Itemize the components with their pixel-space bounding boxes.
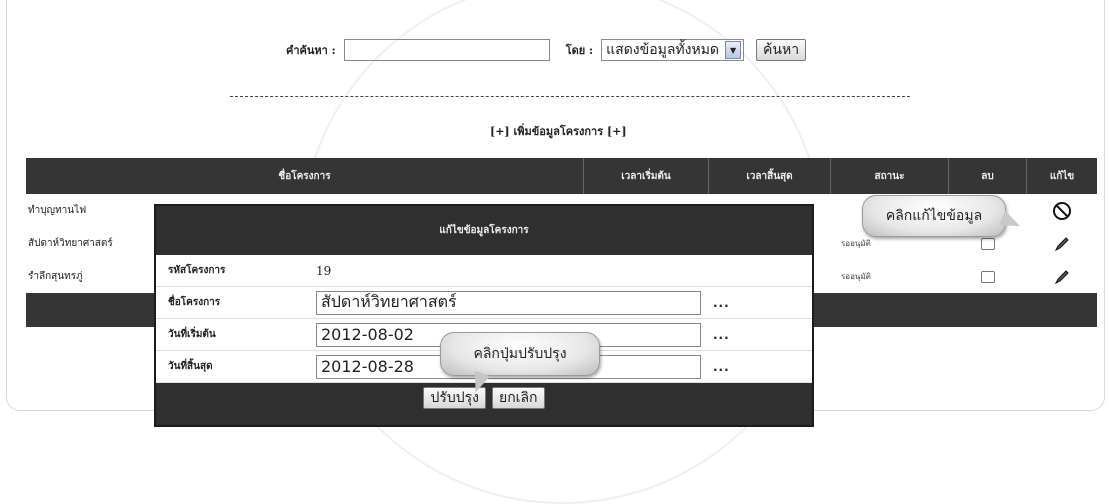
col-end: เวลาสิ้นสุด <box>709 158 831 194</box>
more-button[interactable]: ... <box>713 296 730 310</box>
trash-icon[interactable] <box>981 237 995 250</box>
date-picker-button[interactable]: ... <box>713 360 730 374</box>
col-edit: แก้ไข <box>1049 170 1075 182</box>
update-hint-callout: คลิกปุ่มปรับปรุง <box>440 332 600 396</box>
search-bar: คำค้นหา : โดย : แสดงข้อมูลทั้งหมด ▼ ค้นห… <box>286 36 807 64</box>
divider <box>230 96 910 97</box>
row-status: รออนุมัติ <box>841 272 871 281</box>
row-edit <box>1027 227 1097 260</box>
col-delete: ลบ <box>949 158 1027 194</box>
callout-text: คลิกปุ่มปรับปรุง <box>473 346 567 362</box>
add-project-link[interactable]: [+] เพิ่มข้อมูลโครงการ [+] <box>490 122 627 140</box>
field-label: วันที่เริ่มต้น <box>168 329 216 340</box>
field-label: วันที่สิ้นสุด <box>168 361 213 372</box>
chevron-down-icon[interactable]: ▼ <box>725 41 742 59</box>
project-name-input[interactable]: สัปดาห์วิทยาศาสตร์ <box>316 290 701 315</box>
callout-text: คลิกแก้ไขข้อมูล <box>885 208 983 224</box>
trash-icon[interactable] <box>981 270 995 283</box>
search-input[interactable] <box>343 39 550 61</box>
search-by-selected: แสดงข้อมูลทั้งหมด <box>606 42 720 58</box>
search-by-select[interactable]: แสดงข้อมูลทั้งหมด ▼ <box>601 39 745 61</box>
field-row-id: รหัสโครงการ 19 <box>156 255 812 287</box>
pencil-icon[interactable] <box>1052 267 1072 287</box>
col-name: ชื่อโครงการ <box>26 158 584 194</box>
date-picker-button[interactable]: ... <box>713 328 730 342</box>
row-delete <box>949 260 1027 293</box>
col-status: สถานะ <box>831 158 949 194</box>
dialog-title: แก้ไขข้อมูลโครงการ <box>439 225 529 236</box>
pencil-icon[interactable] <box>1052 234 1072 254</box>
field-label: รหัสโครงการ <box>168 265 226 276</box>
cancel-icon[interactable] <box>1052 201 1072 221</box>
row-edit <box>1027 260 1097 293</box>
col-start: เวลาเริ่มต้น <box>584 158 709 194</box>
table-header: ชื่อโครงการ เวลาเริ่มต้น เวลาสิ้นสุด สถา… <box>26 158 1097 194</box>
edit-hint-callout: คลิกแก้ไขข้อมูล <box>862 195 1024 237</box>
edit-project-dialog: แก้ไขข้อมูลโครงการ รหัสโครงการ 19 ชื่อโค… <box>154 204 814 427</box>
row-edit <box>1027 194 1097 227</box>
search-by-label: โดย : <box>565 44 594 57</box>
search-button[interactable]: ค้นหา <box>756 39 807 61</box>
field-label: ชื่อโครงการ <box>168 297 221 308</box>
project-id-value: 19 <box>316 263 332 278</box>
cancel-button[interactable]: ยกเลิก <box>492 387 545 409</box>
search-label: คำค้นหา : <box>286 44 336 57</box>
field-row-name: ชื่อโครงการ สัปดาห์วิทยาศาสตร์ ... <box>156 287 812 319</box>
